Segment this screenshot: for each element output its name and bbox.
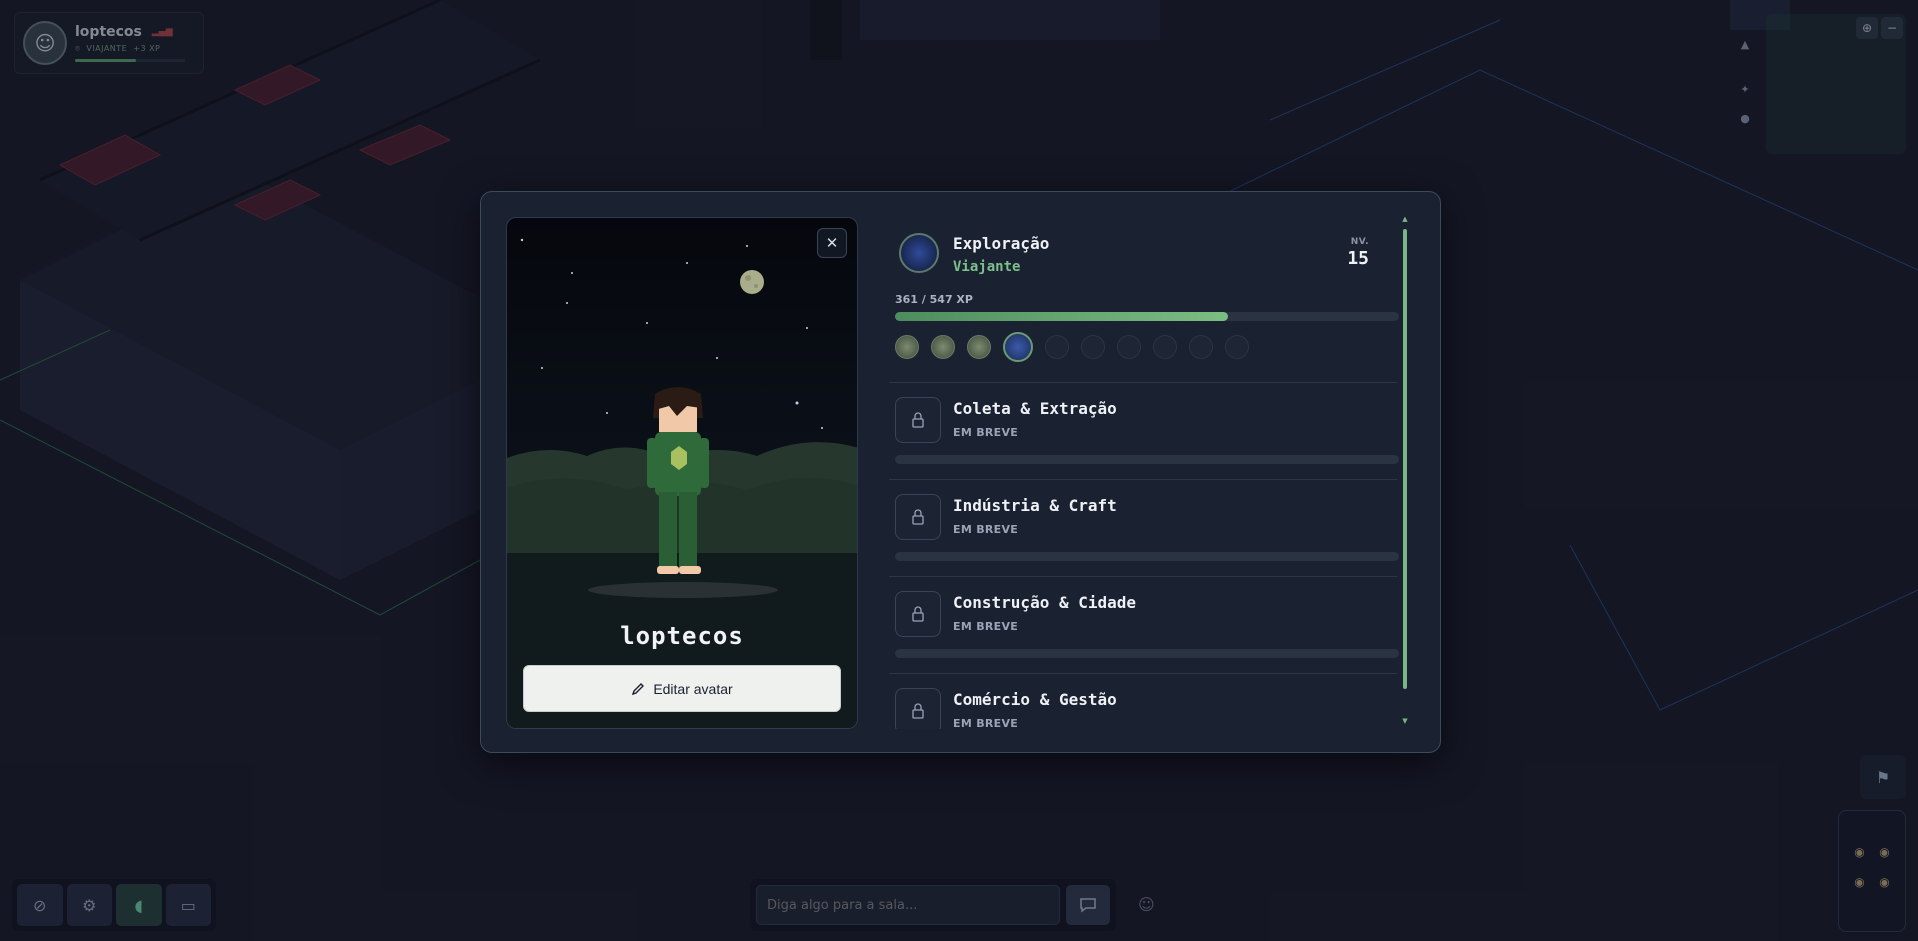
phone-widget[interactable]: ◉ ◉ ◉ ◉ bbox=[1838, 810, 1906, 932]
map-compass-icon[interactable]: ✦ bbox=[1735, 83, 1755, 96]
emoji-icon[interactable]: ☺ bbox=[1138, 895, 1155, 914]
exploration-emblem-icon bbox=[899, 233, 939, 273]
player-xp-gain: +3 XP bbox=[133, 44, 161, 53]
tier-badge-icon[interactable] bbox=[1153, 335, 1177, 359]
tier-badges bbox=[895, 332, 1249, 362]
skill-card-industry[interactable]: Indústria & Craft EM BREVE bbox=[889, 480, 1399, 577]
edit-avatar-label: Editar avatar bbox=[653, 680, 733, 697]
tier-badge-icon[interactable] bbox=[1081, 335, 1105, 359]
skill-status: EM BREVE bbox=[953, 717, 1019, 729]
app-icon[interactable]: ◉ bbox=[1874, 875, 1895, 901]
skill-title: Construção & Cidade bbox=[953, 593, 1137, 612]
bottom-toolbar: ⊘ ⚙ ◖ ▭ bbox=[12, 879, 216, 931]
skill-title: Exploração bbox=[953, 234, 1050, 253]
tier-badge-icon[interactable] bbox=[967, 335, 991, 359]
edit-avatar-button[interactable]: Editar avatar bbox=[523, 665, 841, 712]
chat-bubble-icon bbox=[1080, 898, 1096, 913]
xp-progress-bar bbox=[895, 312, 1399, 321]
screen-icon[interactable]: ▭ bbox=[165, 884, 211, 926]
scrollbar-thumb[interactable] bbox=[1403, 229, 1407, 689]
app-icon[interactable]: ◉ bbox=[1874, 845, 1895, 871]
app-icon[interactable]: ◉ bbox=[1849, 875, 1870, 901]
xp-progress-fill bbox=[895, 312, 1228, 321]
skill-progress-bar bbox=[895, 455, 1399, 464]
scroll-down-icon[interactable]: ▼ bbox=[1401, 717, 1409, 725]
player-name: loptecos bbox=[75, 24, 142, 40]
player-xp-bar bbox=[75, 59, 185, 62]
night-sky-scene bbox=[507, 238, 857, 728]
close-icon: ✕ bbox=[825, 234, 839, 252]
flag-icon[interactable]: ⚑ bbox=[1860, 755, 1906, 799]
player-avatar: ☺ bbox=[23, 21, 67, 65]
level-label: NV. bbox=[1350, 237, 1369, 247]
map-center-icon[interactable]: ● bbox=[1735, 112, 1755, 125]
skill-progress-bar bbox=[895, 649, 1399, 658]
location-icon: ⌾ bbox=[75, 44, 81, 53]
voice-icon[interactable]: ◖ bbox=[116, 884, 162, 926]
avatar-name: loptecos bbox=[620, 622, 744, 650]
zoom-in-icon[interactable]: ⊕ bbox=[1856, 17, 1878, 39]
pencil-icon bbox=[632, 682, 645, 695]
tier-badge-icon[interactable] bbox=[1117, 335, 1141, 359]
level-value: 15 bbox=[1347, 248, 1369, 269]
skill-card-exploration[interactable]: Exploração Viajante NV. 15 361 / 547 XP bbox=[889, 217, 1399, 383]
chat-send-button[interactable] bbox=[1066, 885, 1110, 925]
map-up-icon[interactable]: ▲ bbox=[1735, 38, 1755, 51]
tier-badge-icon[interactable] bbox=[1003, 332, 1033, 362]
tier-badge-icon[interactable] bbox=[895, 335, 919, 359]
signal-icon: ▂▄▆ bbox=[151, 27, 173, 37]
mute-mic-icon[interactable]: ⊘ bbox=[17, 884, 63, 926]
skill-title: Coleta & Extração bbox=[953, 399, 1117, 418]
close-button[interactable]: ✕ bbox=[817, 228, 847, 258]
skill-card-commerce[interactable]: Comércio & Gestão EM BREVE bbox=[889, 674, 1397, 729]
tier-badge-icon[interactable] bbox=[1045, 335, 1069, 359]
skill-card-collection[interactable]: Coleta & Extração EM BREVE bbox=[889, 383, 1399, 480]
minimap[interactable]: ⊕ − bbox=[1766, 14, 1906, 154]
tier-badge-icon[interactable] bbox=[1225, 335, 1249, 359]
player-card[interactable]: ☺ loptecos ▂▄▆ ⌾ VIAJANTE +3 XP bbox=[14, 12, 204, 74]
tier-badge-icon[interactable] bbox=[1189, 335, 1213, 359]
skills-list[interactable]: Exploração Viajante NV. 15 361 / 547 XP … bbox=[889, 217, 1409, 729]
skill-progress-bar bbox=[895, 552, 1399, 561]
minimize-icon[interactable]: − bbox=[1881, 17, 1903, 39]
chat-bar bbox=[750, 879, 1116, 931]
skill-rank: Viajante bbox=[953, 259, 1021, 275]
skill-status: EM BREVE bbox=[953, 620, 1019, 633]
scrollbar[interactable]: ▲ ▼ bbox=[1401, 217, 1409, 727]
app-icon[interactable]: ◉ bbox=[1849, 845, 1870, 871]
settings-icon[interactable]: ⚙ bbox=[66, 884, 112, 926]
tier-badge-icon[interactable] bbox=[931, 335, 955, 359]
skill-title: Comércio & Gestão bbox=[953, 690, 1117, 709]
lock-icon bbox=[895, 494, 941, 540]
scroll-up-icon[interactable]: ▲ bbox=[1401, 217, 1409, 223]
lock-icon bbox=[895, 591, 941, 637]
player-role: VIAJANTE bbox=[86, 44, 128, 53]
profile-modal: ✕ loptecos Editar avatar Exploração Viaj… bbox=[480, 191, 1441, 753]
skill-card-construction[interactable]: Construção & Cidade EM BREVE bbox=[889, 577, 1399, 674]
skill-title: Indústria & Craft bbox=[953, 496, 1117, 515]
avatar-preview-panel: ✕ loptecos Editar avatar bbox=[506, 217, 858, 729]
chat-input[interactable] bbox=[756, 885, 1060, 925]
xp-text: 361 / 547 XP bbox=[895, 293, 973, 306]
skill-status: EM BREVE bbox=[953, 426, 1019, 439]
skill-status: EM BREVE bbox=[953, 523, 1019, 536]
lock-icon bbox=[895, 688, 941, 729]
lock-icon bbox=[895, 397, 941, 443]
